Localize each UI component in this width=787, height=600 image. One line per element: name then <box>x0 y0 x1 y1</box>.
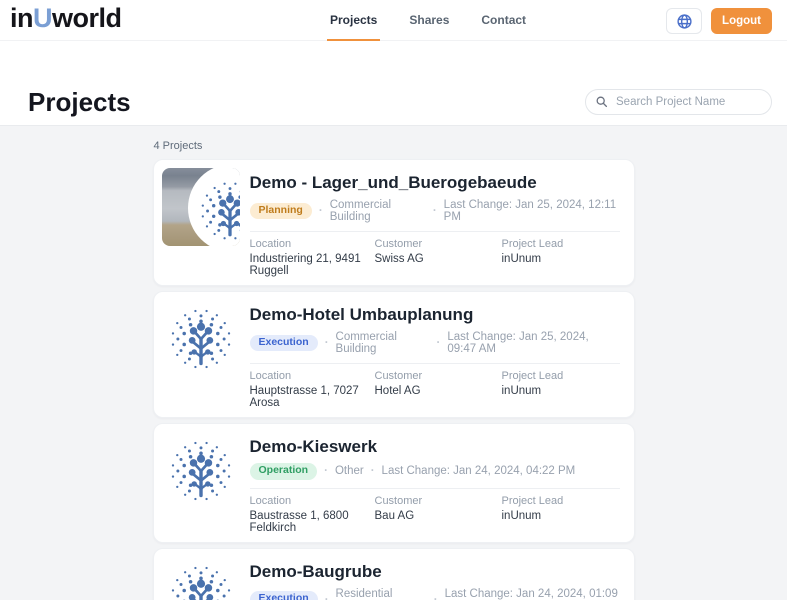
project-lead-value: inUnum <box>502 510 620 522</box>
project-count: 4 Projects <box>154 140 635 152</box>
location-label: Location <box>250 238 375 250</box>
brand-part-world: world <box>52 3 122 33</box>
location-label: Location <box>250 495 375 507</box>
inunum-logo-icon <box>167 437 235 505</box>
project-lead-label: Project Lead <box>502 495 620 507</box>
card-divider <box>250 231 620 232</box>
project-thumbnail-photo <box>162 168 240 246</box>
brand-part-u: U <box>33 3 52 33</box>
card-divider <box>250 363 620 364</box>
status-badge: Planning <box>250 203 312 220</box>
tab-contact[interactable]: Contact <box>478 0 529 41</box>
project-details: Location Industriering 21, 9491 Ruggell … <box>250 238 620 277</box>
status-badge: Execution <box>250 591 318 600</box>
logout-button[interactable]: Logout <box>711 8 772 34</box>
page-title: Projects <box>28 87 131 118</box>
project-lead-value: inUnum <box>502 385 620 397</box>
project-meta: Execution · Residential Building · Last … <box>250 588 620 600</box>
project-lead-value: inUnum <box>502 253 620 265</box>
last-change: Last Change: Jan 25, 2024, 09:47 AM <box>447 331 619 355</box>
last-change: Last Change: Jan 25, 2024, 12:11 PM <box>444 199 620 223</box>
project-card[interactable]: Demo-Baugrube Execution · Residential Bu… <box>153 548 635 600</box>
brand-logo[interactable]: inUworld <box>10 3 122 34</box>
last-change: Last Change: Jan 24, 2024, 01:09 PM <box>445 588 620 600</box>
dot-separator: · <box>433 205 437 217</box>
project-details: Location Baustrasse 1, 6800 Feldkirch Cu… <box>250 495 620 534</box>
customer-value: Swiss AG <box>375 253 502 265</box>
tab-projects[interactable]: Projects <box>327 0 380 41</box>
project-lead-label: Project Lead <box>502 238 620 250</box>
project-meta: Planning · Commercial Building · Last Ch… <box>250 199 620 223</box>
card-divider <box>250 488 620 489</box>
project-thumbnail-logo <box>162 432 240 510</box>
tab-shares[interactable]: Shares <box>406 0 452 41</box>
project-title: Demo-Baugrube <box>250 562 620 582</box>
project-title: Demo-Hotel Umbauplanung <box>250 305 620 325</box>
dot-separator: · <box>325 594 329 600</box>
project-lead-label: Project Lead <box>502 370 620 382</box>
project-card[interactable]: Demo-Kieswerk Operation · Other · Last C… <box>153 423 635 543</box>
project-type: Residential Building <box>336 588 427 600</box>
customer-label: Customer <box>375 495 502 507</box>
project-card[interactable]: Demo - Lager_und_Buerogebaeude Planning … <box>153 159 635 286</box>
project-meta: Execution · Commercial Building · Last C… <box>250 331 620 355</box>
status-badge: Operation <box>250 463 318 480</box>
project-card[interactable]: Demo-Hotel Umbauplanung Execution · Comm… <box>153 291 635 418</box>
project-title: Demo - Lager_und_Buerogebaeude <box>250 173 620 193</box>
project-type: Commercial Building <box>330 199 426 223</box>
dot-separator: · <box>371 465 375 477</box>
customer-value: Hotel AG <box>375 385 502 397</box>
project-type: Other <box>335 465 364 477</box>
brand-part-in: in <box>10 3 33 33</box>
top-actions: Logout <box>666 8 772 34</box>
last-change: Last Change: Jan 24, 2024, 04:22 PM <box>382 465 576 477</box>
search-box <box>585 89 772 115</box>
location-value: Industriering 21, 9491 Ruggell <box>250 253 375 277</box>
inunum-logo-icon <box>167 562 235 600</box>
dot-separator: · <box>324 465 328 477</box>
top-bar: inUworld Projects Shares Contact Logout <box>0 0 787 41</box>
globe-icon <box>676 13 693 30</box>
search-input[interactable] <box>585 89 772 115</box>
customer-label: Customer <box>375 238 502 250</box>
dot-separator: · <box>434 594 438 600</box>
project-thumbnail-logo <box>162 300 240 378</box>
dot-separator: · <box>437 337 441 349</box>
dot-separator: · <box>325 337 329 349</box>
status-badge: Execution <box>250 335 318 352</box>
location-value: Baustrasse 1, 6800 Feldkirch <box>250 510 375 534</box>
inunum-logo-icon <box>188 168 240 246</box>
page-header: Projects <box>0 41 787 126</box>
inunum-logo-icon <box>167 305 235 373</box>
dot-separator: · <box>319 205 323 217</box>
customer-label: Customer <box>375 370 502 382</box>
project-details: Location Hauptstrasse 1, 7027 Arosa Cust… <box>250 370 620 409</box>
customer-value: Bau AG <box>375 510 502 522</box>
project-type: Commercial Building <box>336 331 430 355</box>
language-globe-button[interactable] <box>666 8 702 34</box>
location-label: Location <box>250 370 375 382</box>
project-title: Demo-Kieswerk <box>250 437 620 457</box>
content-area: 4 Projects Demo - Lager_und_Buerogebaeud… <box>0 126 787 600</box>
project-meta: Operation · Other · Last Change: Jan 24,… <box>250 463 620 480</box>
main-nav: Projects Shares Contact <box>327 0 529 41</box>
location-value: Hauptstrasse 1, 7027 Arosa <box>250 385 375 409</box>
project-thumbnail-logo <box>162 557 240 600</box>
